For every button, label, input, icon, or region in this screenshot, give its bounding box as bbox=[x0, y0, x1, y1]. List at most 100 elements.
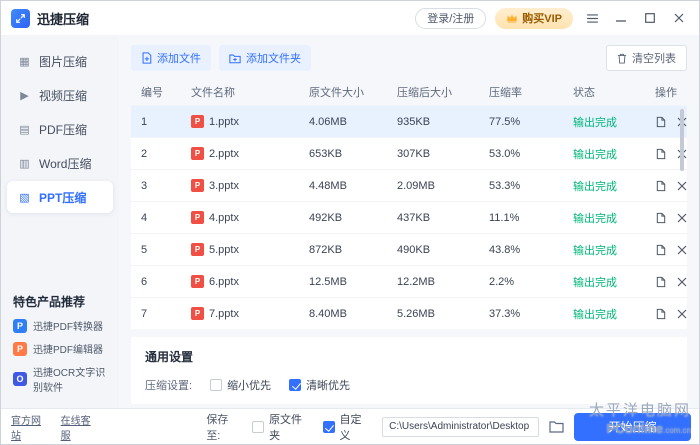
clarity-priority-checkbox[interactable] bbox=[289, 379, 302, 391]
col-header-no: 编号 bbox=[141, 87, 163, 99]
file-name: 4.pptx bbox=[209, 211, 239, 224]
shrink-priority-option[interactable]: 缩小优先 bbox=[210, 377, 271, 393]
add-file-button[interactable]: 添加文件 bbox=[131, 45, 211, 71]
cell-orig-size: 12.5MB bbox=[309, 275, 347, 288]
add-folder-button[interactable]: 添加文件夹 bbox=[219, 45, 311, 71]
cell-ratio: 2.2% bbox=[489, 275, 515, 288]
compress-settings-label: 压缩设置: bbox=[145, 380, 193, 392]
clear-list-button[interactable]: 清空列表 bbox=[606, 45, 687, 71]
remove-file-icon[interactable] bbox=[677, 245, 687, 255]
table-body: 1 1.pptx 4.06MB 935KB 77.5% 输出完成 bbox=[131, 105, 687, 329]
table-row[interactable]: 6 6.pptx 12.5MB 12.2MB 2.2% 输出完成 bbox=[131, 265, 687, 297]
col-header-status: 状态 bbox=[573, 87, 595, 99]
pdf-converter-icon: P bbox=[13, 318, 27, 333]
open-output-icon[interactable] bbox=[655, 148, 667, 160]
cell-ratio: 53.3% bbox=[489, 179, 521, 192]
promo-item-label: 迅捷OCR文字识别软件 bbox=[33, 368, 106, 394]
start-compress-button[interactable]: 开始压缩 bbox=[573, 412, 691, 441]
custom-folder-option[interactable]: 自定义 bbox=[322, 411, 373, 443]
cell-orig-size: 4.48MB bbox=[309, 179, 347, 192]
cell-orig-size: 8.40MB bbox=[309, 307, 347, 320]
pptx-file-icon bbox=[191, 211, 204, 224]
cell-filename: 7.pptx bbox=[181, 307, 299, 320]
cell-filename: 4.pptx bbox=[181, 211, 299, 224]
cell-orig-size: 653KB bbox=[309, 147, 343, 160]
cell-no: 3 bbox=[141, 179, 148, 192]
cell-orig-size: 872KB bbox=[309, 243, 343, 256]
close-icon[interactable] bbox=[669, 8, 689, 28]
promo-list: P 迅捷PDF转换器 P 迅捷PDF编辑器 O 迅捷OCR文字识别软件 bbox=[13, 318, 109, 394]
shrink-priority-checkbox[interactable] bbox=[210, 379, 223, 391]
sidebar-item-video-compress[interactable]: ▶ 视频压缩 bbox=[7, 79, 113, 111]
cell-orig-size: 4.06MB bbox=[309, 115, 347, 128]
cell-orig-size: 492KB bbox=[309, 211, 343, 224]
file-name: 7.pptx bbox=[209, 307, 239, 320]
minimize-icon[interactable] bbox=[611, 8, 631, 28]
cell-no: 1 bbox=[141, 115, 148, 128]
cell-ops bbox=[645, 180, 689, 192]
save-path-input[interactable] bbox=[382, 416, 539, 437]
cell-no: 4 bbox=[141, 211, 148, 224]
table-row[interactable]: 2 2.pptx 653KB 307KB 53.0% 输出完成 bbox=[131, 137, 687, 169]
open-output-icon[interactable] bbox=[655, 276, 667, 288]
cell-ops bbox=[645, 276, 689, 288]
file-name: 5.pptx bbox=[209, 243, 239, 256]
original-folder-checkbox[interactable] bbox=[252, 420, 265, 433]
promo-item-label: 迅捷PDF转换器 bbox=[33, 322, 103, 333]
compress-settings-row: 压缩设置: 缩小优先 清晰优先 bbox=[145, 377, 673, 393]
sidebar-item-word-compress[interactable]: ▥ Word压缩 bbox=[7, 147, 113, 179]
remove-file-icon[interactable] bbox=[677, 277, 687, 287]
cell-compressed-size: 5.26MB bbox=[397, 307, 435, 320]
file-name: 6.pptx bbox=[209, 275, 239, 288]
promo-ocr[interactable]: O 迅捷OCR文字识别软件 bbox=[13, 364, 109, 394]
menu-icon[interactable] bbox=[582, 8, 602, 28]
remove-file-icon[interactable] bbox=[677, 213, 687, 223]
main-panel: 添加文件 添加文件夹 清空列表 编号 文件名称 原文件大小 压缩后大小 压缩率 … bbox=[119, 35, 699, 408]
table-row[interactable]: 4 4.pptx 492KB 437KB 11.1% 输出完成 bbox=[131, 201, 687, 233]
login-button[interactable]: 登录/注册 bbox=[415, 7, 487, 29]
cell-status: 输出完成 bbox=[573, 180, 617, 193]
sidebar-item-image-compress[interactable]: ▦ 图片压缩 bbox=[7, 45, 113, 77]
open-output-icon[interactable] bbox=[655, 244, 667, 256]
pptx-file-icon bbox=[191, 179, 204, 192]
open-output-icon[interactable] bbox=[655, 180, 667, 192]
toolbar: 添加文件 添加文件夹 清空列表 bbox=[131, 45, 687, 71]
promo-pdf-editor[interactable]: P 迅捷PDF编辑器 bbox=[13, 341, 109, 356]
buy-vip-button[interactable]: 购买VIP bbox=[495, 7, 573, 29]
sidebar-item-ppt-compress[interactable]: ▧ PPT压缩 bbox=[7, 181, 113, 213]
table-row[interactable]: 5 5.pptx 872KB 490KB 43.8% 输出完成 bbox=[131, 233, 687, 265]
app-logo-icon bbox=[11, 8, 30, 28]
sidebar-item-pdf-compress[interactable]: ▤ PDF压缩 bbox=[7, 113, 113, 145]
custom-folder-checkbox[interactable] bbox=[322, 420, 335, 433]
pdf-editor-icon: P bbox=[13, 341, 27, 356]
original-folder-option[interactable]: 原文件夹 bbox=[252, 411, 312, 443]
promo-pdf-converter[interactable]: P 迅捷PDF转换器 bbox=[13, 318, 109, 333]
maximize-icon[interactable] bbox=[640, 8, 660, 28]
brand: 迅捷压缩 bbox=[11, 8, 89, 28]
ppt-compress-icon: ▧ bbox=[19, 191, 30, 204]
open-output-icon[interactable] bbox=[655, 308, 667, 320]
file-name: 3.pptx bbox=[209, 179, 239, 192]
open-output-icon[interactable] bbox=[655, 212, 667, 224]
add-folder-icon bbox=[229, 53, 241, 64]
cell-no: 2 bbox=[141, 147, 148, 160]
online-service-link[interactable]: 在线客服 bbox=[61, 412, 101, 442]
table-row[interactable]: 1 1.pptx 4.06MB 935KB 77.5% 输出完成 bbox=[131, 105, 687, 137]
app-window: 迅捷压缩 登录/注册 购买VIP ▦ 图片压缩 ▶ 视频压缩 ▤ PDF压缩 ▥… bbox=[0, 0, 700, 445]
general-settings-card: 通用设置 压缩设置: 缩小优先 清晰优先 bbox=[131, 337, 687, 404]
official-site-link[interactable]: 官方网站 bbox=[11, 412, 51, 442]
pdf-compress-icon: ▤ bbox=[19, 123, 30, 136]
table-scrollbar[interactable] bbox=[680, 109, 684, 171]
cell-ops bbox=[645, 212, 689, 224]
browse-folder-icon[interactable] bbox=[549, 420, 564, 433]
footer-bar: 官方网站 在线客服 保存至: 原文件夹 自定义 开始压缩 bbox=[1, 408, 699, 444]
remove-file-icon[interactable] bbox=[677, 309, 687, 319]
pptx-file-icon bbox=[191, 307, 204, 320]
remove-file-icon[interactable] bbox=[677, 181, 687, 191]
table-row[interactable]: 3 3.pptx 4.48MB 2.09MB 53.3% 输出完成 bbox=[131, 169, 687, 201]
cell-status: 输出完成 bbox=[573, 308, 617, 321]
clarity-priority-option[interactable]: 清晰优先 bbox=[289, 377, 350, 393]
open-output-icon[interactable] bbox=[655, 116, 667, 128]
table-row[interactable]: 7 7.pptx 8.40MB 5.26MB 37.3% 输出完成 bbox=[131, 297, 687, 329]
shrink-priority-label: 缩小优先 bbox=[227, 380, 272, 392]
